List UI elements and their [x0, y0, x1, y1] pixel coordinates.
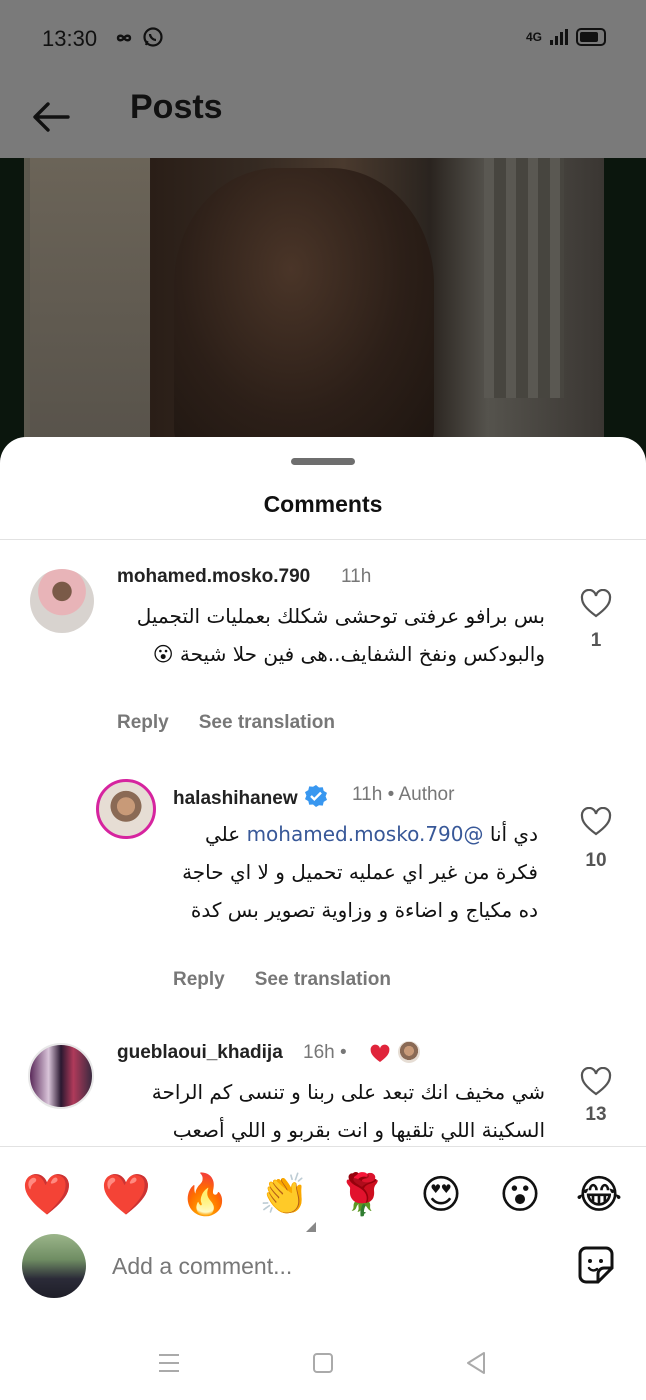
post-photo — [24, 158, 604, 458]
liked-by-author-heart-icon — [370, 1044, 390, 1062]
battery-icon — [576, 28, 606, 46]
reply-button[interactable]: Reply — [117, 712, 169, 734]
emoji-button[interactable]: 👏 — [258, 1169, 310, 1221]
network-label: 4G — [525, 30, 542, 44]
comment-username[interactable]: gueblaoui_khadija — [117, 1042, 283, 1064]
author-mini-avatar — [398, 1041, 420, 1063]
comment-username[interactable]: mohamed.mosko.790 — [117, 566, 310, 588]
author-label: Author — [398, 784, 455, 805]
emoji-button[interactable]: 😂 — [573, 1169, 625, 1221]
comments-sheet: Comments mohamed.mosko.790 11h بس برافو … — [0, 437, 646, 1400]
menu-icon[interactable] — [155, 1349, 183, 1377]
verified-badge-icon — [304, 785, 327, 807]
drag-handle[interactable] — [291, 458, 355, 465]
system-nav-bar — [0, 1335, 646, 1400]
whatsapp-icon — [142, 27, 163, 47]
comment-text: بس برافو عرفتى توحشى شكلك بعمليات التجمي… — [136, 604, 545, 666]
current-user-avatar — [22, 1234, 86, 1298]
infinity-icon — [116, 34, 132, 42]
sheet-title: Comments — [263, 491, 383, 517]
comment-actions: Reply See translation — [173, 969, 391, 991]
notification-icons — [112, 26, 164, 54]
emoji-button[interactable]: 🔥 — [179, 1169, 231, 1221]
status-time: 13:30 — [42, 26, 98, 51]
divider — [0, 539, 646, 540]
comment-meta: 11h • Author — [352, 784, 455, 805]
comment-item: gueblaoui_khadija 16h • شي مخيف انك تبعد… — [0, 1037, 646, 1146]
reply-button[interactable]: Reply — [173, 969, 225, 991]
comment-text: دي أنا @mohamed.mosko.790 علي فكرة من غي… — [182, 822, 538, 922]
comment-item: mohamed.mosko.790 11h بس برافو عرفتى توح… — [0, 557, 646, 747]
comment-item: halashihanew 11h • Author دي أنا @mohame… — [0, 777, 646, 997]
page-title: Posts — [130, 88, 223, 126]
see-translation-button[interactable]: See translation — [199, 712, 335, 734]
sticker-icon[interactable] — [574, 1244, 618, 1288]
back-icon[interactable] — [462, 1349, 490, 1377]
see-translation-button[interactable]: See translation — [255, 969, 391, 991]
signal-icon — [550, 29, 568, 45]
skin-tone-indicator-icon — [306, 1222, 316, 1232]
avatar[interactable] — [96, 779, 156, 839]
avatar[interactable] — [30, 569, 94, 633]
app-header: Posts — [0, 80, 646, 158]
emoji-button[interactable]: ❤️ — [21, 1169, 73, 1221]
home-icon[interactable] — [309, 1349, 337, 1377]
emoji-button[interactable]: 😍 — [415, 1169, 467, 1221]
like-count: 1 — [590, 630, 602, 651]
emoji-reaction-bar: ❤️ ❤️ 🔥 👏 🌹 😍 😮 😂 — [0, 1146, 646, 1234]
status-bar: 13:30 4G — [0, 0, 646, 80]
like-count: 10 — [585, 850, 607, 871]
emoji-button[interactable]: 😮 — [494, 1169, 546, 1221]
like-heart-icon[interactable] — [580, 807, 612, 837]
comment-username[interactable]: halashihanew — [173, 784, 328, 810]
like-heart-icon[interactable] — [580, 1067, 612, 1097]
comment-input[interactable] — [112, 1244, 542, 1288]
mention-link[interactable]: @mohamed.mosko.790 — [247, 822, 484, 846]
emoji-button[interactable]: 🌹 — [336, 1169, 388, 1221]
status-right: 4G — [526, 28, 606, 46]
comment-meta: 16h • — [303, 1042, 347, 1063]
like-count: 13 — [585, 1104, 607, 1125]
comment-text: شي مخيف انك تبعد على ربنا و تنسى كم الرا… — [151, 1080, 545, 1142]
avatar[interactable] — [28, 1043, 94, 1109]
like-heart-icon[interactable] — [580, 589, 612, 619]
back-arrow-icon[interactable] — [28, 94, 74, 140]
post-image — [0, 158, 646, 458]
emoji-button[interactable]: ❤️ — [100, 1169, 152, 1221]
comment-time: 11h — [341, 566, 372, 587]
comment-input-row — [0, 1234, 646, 1304]
comment-actions: Reply See translation — [117, 712, 335, 734]
